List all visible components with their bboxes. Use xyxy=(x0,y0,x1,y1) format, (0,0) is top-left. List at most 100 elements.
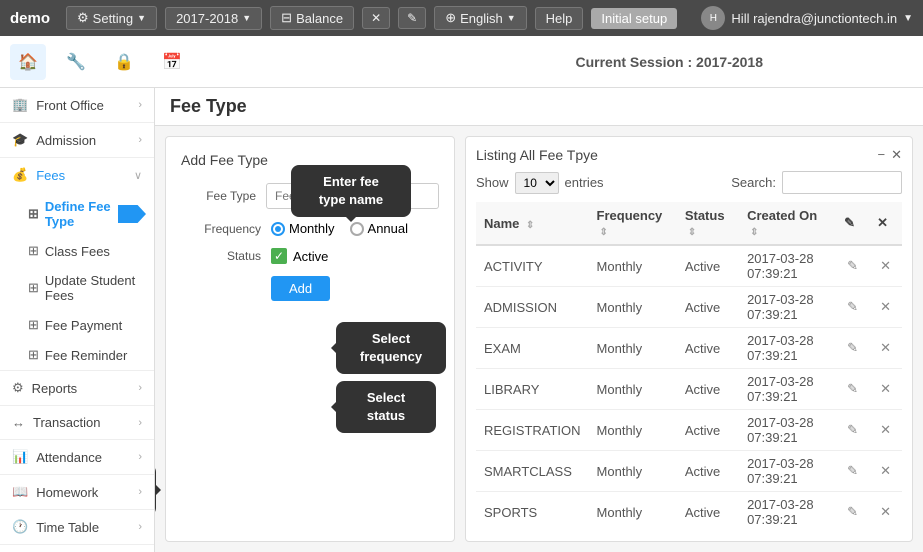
fee-type-input[interactable] xyxy=(266,183,439,209)
delete-icon[interactable]: ✕ xyxy=(880,422,891,437)
sidebar-item-attendance[interactable]: 📊 Attendance › xyxy=(0,440,154,474)
sort-icon[interactable]: ⇕ xyxy=(750,227,758,238)
delete-icon[interactable]: ✕ xyxy=(880,504,891,519)
fee-payment-icon: ⊞ xyxy=(28,317,39,333)
monthly-radio[interactable] xyxy=(271,222,285,236)
cell-status: Active xyxy=(677,328,739,369)
sidebar-item-reports[interactable]: ⚙ Reports › xyxy=(0,371,154,405)
sidebar-item-fee-payment[interactable]: ⊞ Fee Payment xyxy=(0,310,154,340)
delete-icon[interactable]: ✕ xyxy=(880,299,891,314)
cell-delete[interactable]: ✕ xyxy=(869,410,902,451)
table-row: REGISTRATION Monthly Active 2017-03-28 0… xyxy=(476,410,902,451)
update-fees-icon: ⊞ xyxy=(28,280,39,296)
help-button[interactable]: Help xyxy=(535,7,584,30)
cell-frequency: Monthly xyxy=(589,287,677,328)
col-delete: ✕ xyxy=(869,202,902,245)
cell-edit[interactable]: ✎ xyxy=(836,369,869,410)
cell-created-on: 2017-03-28 07:39:21 xyxy=(739,410,836,451)
calendar-icon-button[interactable]: 📅 xyxy=(154,44,190,80)
table-row: SPORTS Monthly Active 2017-03-28 07:39:2… xyxy=(476,492,902,532)
minimize-icon[interactable]: − xyxy=(878,147,886,163)
annual-option[interactable]: Annual xyxy=(350,221,408,236)
year-button[interactable]: 2017-2018 ▼ xyxy=(165,7,262,30)
sidebar-section-fees: 💰 Fees ∨ ⊞ Define Fee Type ⊞ Class Fees … xyxy=(0,158,154,371)
top-navigation: demo ⚙ Setting ▼ 2017-2018 ▼ ⊟ Balance ✕… xyxy=(0,0,923,36)
home-icon-button[interactable]: 🏠 xyxy=(10,44,46,80)
edit-button[interactable]: ✕ xyxy=(362,7,390,29)
search-input[interactable] xyxy=(782,171,902,194)
setting-button[interactable]: ⚙ Setting ▼ xyxy=(66,6,157,30)
cell-edit[interactable]: ✎ xyxy=(836,328,869,369)
pencil-button[interactable]: ✎ xyxy=(398,7,426,29)
cell-status: Active xyxy=(677,410,739,451)
chevron-right-icon: › xyxy=(138,417,142,429)
chevron-down-icon: ▼ xyxy=(137,13,146,23)
sidebar-item-fees[interactable]: 💰 Fees ∨ xyxy=(0,158,154,192)
edit-icon[interactable]: ✎ xyxy=(847,504,858,519)
sidebar-item-frontoffice[interactable]: 🏢 Front Office › xyxy=(0,88,154,122)
cell-delete[interactable]: ✕ xyxy=(869,245,902,287)
sidebar-section-timetable: 🕐 Time Table › xyxy=(0,510,154,545)
cell-delete[interactable]: ✕ xyxy=(869,492,902,532)
chevron-down-icon: ▼ xyxy=(903,13,913,24)
frequency-label: Frequency xyxy=(181,222,261,236)
cell-edit[interactable]: ✎ xyxy=(836,410,869,451)
sidebar-item-class-fees[interactable]: ⊞ Class Fees xyxy=(0,236,154,266)
edit-icon[interactable]: ✎ xyxy=(847,381,858,396)
cell-edit[interactable]: ✎ xyxy=(836,287,869,328)
english-button[interactable]: ⊕ English ▼ xyxy=(434,6,526,30)
edit-icon[interactable]: ✎ xyxy=(847,258,858,273)
edit-icon[interactable]: ✎ xyxy=(847,299,858,314)
cell-status: Active xyxy=(677,492,739,532)
sidebar-item-homework[interactable]: 📖 Homework › xyxy=(0,475,154,509)
sidebar-item-admission[interactable]: 🎓 Admission › xyxy=(0,123,154,157)
cell-delete[interactable]: ✕ xyxy=(869,451,902,492)
sidebar: 🏢 Front Office › 🎓 Admission › 💰 Fees xyxy=(0,88,155,552)
chevron-right-icon: › xyxy=(138,99,142,111)
edit-icon[interactable]: ✎ xyxy=(847,340,858,355)
delete-icon[interactable]: ✕ xyxy=(880,258,891,273)
delete-icon[interactable]: ✕ xyxy=(880,463,891,478)
tools-icon-button[interactable]: 🔧 xyxy=(58,44,94,80)
close-icon[interactable]: ✕ xyxy=(891,147,902,163)
class-fees-icon: ⊞ xyxy=(28,243,39,259)
sidebar-item-timetable[interactable]: 🕐 Time Table › xyxy=(0,510,154,544)
sort-icon[interactable]: ⇕ xyxy=(688,227,696,238)
cell-edit[interactable]: ✎ xyxy=(836,492,869,532)
edit-icon[interactable]: ✎ xyxy=(847,463,858,478)
cell-delete[interactable]: ✕ xyxy=(869,328,902,369)
chevron-down-icon: ▼ xyxy=(507,13,516,23)
lock-icon-button[interactable]: 🔒 xyxy=(106,44,142,80)
table-row: ADMISSION Monthly Active 2017-03-28 07:3… xyxy=(476,287,902,328)
sort-icon[interactable]: ⇕ xyxy=(600,227,608,238)
sidebar-item-update-student-fees[interactable]: ⊞ Update Student Fees xyxy=(0,266,154,310)
cell-name: REGISTRATION xyxy=(476,410,589,451)
table-row: EXAM Monthly Active 2017-03-28 07:39:21 … xyxy=(476,328,902,369)
add-button[interactable]: Add xyxy=(271,276,330,301)
delete-icon[interactable]: ✕ xyxy=(880,381,891,396)
monthly-option[interactable]: Monthly xyxy=(271,221,335,236)
initial-setup-button[interactable]: Initial setup xyxy=(591,8,677,29)
sidebar-section-frontoffice: 🏢 Front Office › xyxy=(0,88,154,123)
avatar: H xyxy=(701,6,725,30)
frequency-options: Monthly Annual xyxy=(271,221,408,236)
sidebar-item-define-fee-type[interactable]: ⊞ Define Fee Type xyxy=(0,192,154,236)
sidebar-item-transaction[interactable]: ↔ Transaction › xyxy=(0,406,154,439)
cell-edit[interactable]: ✎ xyxy=(836,245,869,287)
cell-delete[interactable]: ✕ xyxy=(869,287,902,328)
fee-type-row: Fee Type xyxy=(181,183,439,209)
balance-button[interactable]: ⊟ Balance xyxy=(270,6,354,30)
status-checkbox[interactable]: ✓ xyxy=(271,248,287,264)
entries-select[interactable]: 10 25 50 xyxy=(515,172,559,194)
sort-icon[interactable]: ⇕ xyxy=(526,220,534,231)
edit-icon[interactable]: ✎ xyxy=(847,422,858,437)
cell-delete[interactable]: ✕ xyxy=(869,369,902,410)
delete-icon[interactable]: ✕ xyxy=(880,340,891,355)
sidebar-section-homework: 📖 Homework › xyxy=(0,475,154,510)
frequency-row: Frequency Monthly Annual xyxy=(181,221,439,236)
annual-radio[interactable] xyxy=(350,222,364,236)
fee-table: Name ⇕ Frequency ⇕ Status ⇕ xyxy=(476,202,902,531)
cell-status: Active xyxy=(677,287,739,328)
sidebar-item-fee-reminder[interactable]: ⊞ Fee Reminder xyxy=(0,340,154,370)
cell-edit[interactable]: ✎ xyxy=(836,451,869,492)
